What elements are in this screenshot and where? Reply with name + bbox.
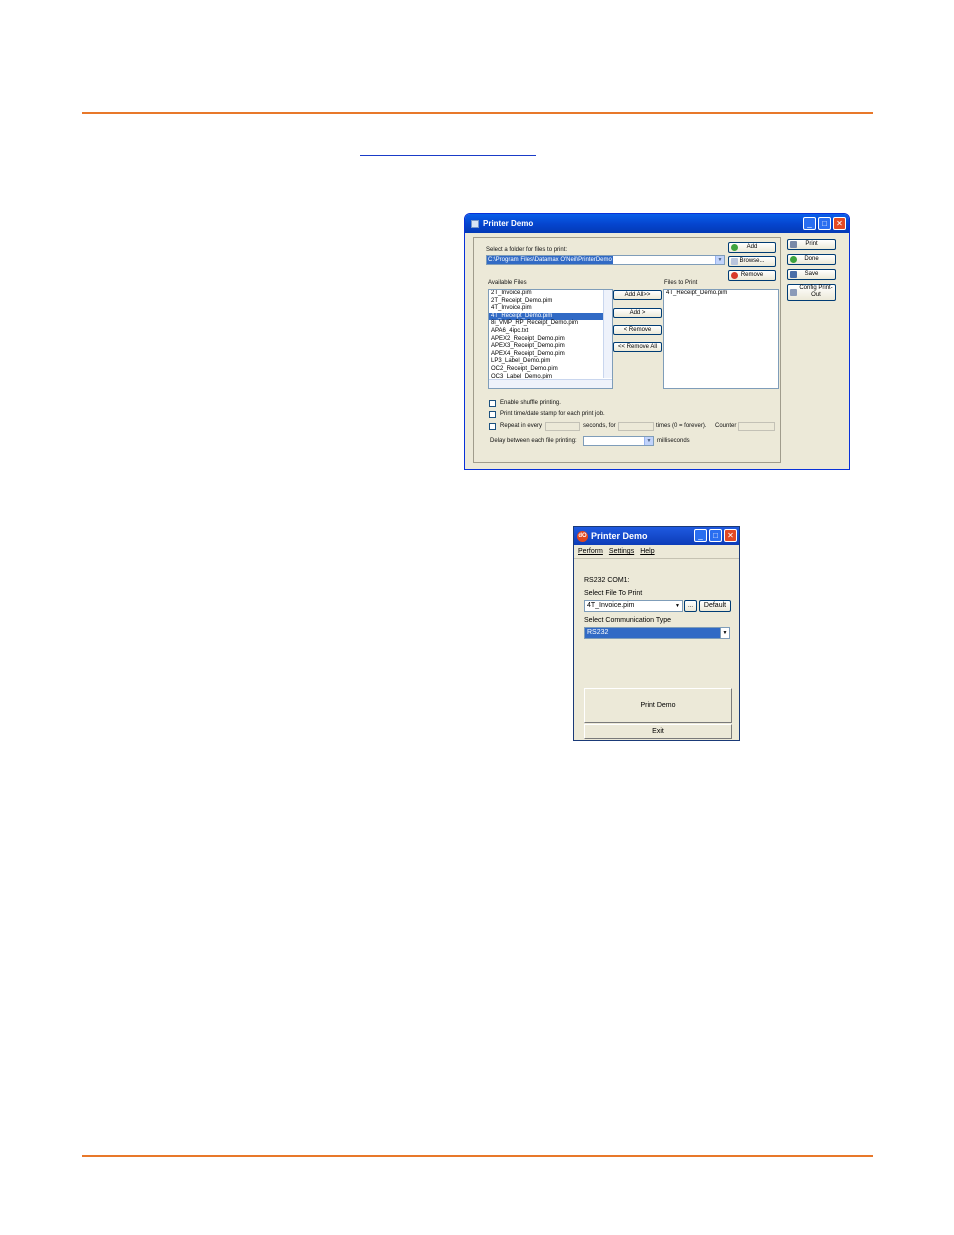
- print-label: Print: [805, 241, 818, 247]
- desktop-printer-demo-window: Printer Demo _ □ ✕ Select a folder for f…: [464, 213, 850, 470]
- milliseconds-label: milliseconds: [657, 438, 690, 444]
- footer-rule: [82, 1155, 873, 1157]
- maximize-icon[interactable]: □: [709, 529, 722, 542]
- close-icon[interactable]: ✕: [833, 217, 846, 230]
- mobile-body: RS232 COM1: Select File To Print 4T_Invo…: [574, 560, 739, 740]
- horizontal-scrollbar[interactable]: [489, 379, 612, 388]
- list-item[interactable]: 8i_VMP_RP_Receipt_Demo.pim: [489, 320, 603, 328]
- logo-icon: dO: [577, 530, 588, 542]
- shuffle-checkbox[interactable]: [489, 400, 496, 407]
- menu-bar: Perform Settings Help: [574, 545, 739, 559]
- printer-icon: [790, 241, 797, 248]
- comm-type-value: RS232: [587, 629, 609, 636]
- header-rule: [82, 112, 873, 114]
- counter-label: Counter: [715, 423, 737, 429]
- list-item[interactable]: 4T_Receipt_Demo.pim: [664, 290, 778, 298]
- default-button[interactable]: Default: [699, 600, 731, 612]
- comm-type-select[interactable]: RS232 ▼: [584, 627, 730, 639]
- delay-label: Delay between each file printing:: [490, 438, 577, 444]
- maximize-icon[interactable]: □: [818, 217, 831, 230]
- shuffle-label: Enable shuffle printing.: [500, 400, 561, 406]
- check-icon: [790, 256, 797, 263]
- timestamp-label: Print time/date stamp for each print job…: [500, 411, 605, 417]
- disk-icon: [790, 271, 797, 278]
- minimize-icon[interactable]: _: [694, 529, 707, 542]
- browse-file-button[interactable]: ...: [684, 600, 697, 612]
- exit-button[interactable]: Exit: [584, 724, 732, 739]
- list-item[interactable]: 2T_Invoice.pim: [489, 290, 603, 298]
- files-to-print-list[interactable]: 4T_Receipt_Demo.pim: [663, 289, 779, 389]
- menu-help[interactable]: Help: [640, 545, 654, 558]
- save-button[interactable]: Save: [787, 269, 836, 280]
- done-button[interactable]: Done: [787, 254, 836, 265]
- mobile-printer-demo-window: dO Printer Demo _ □ ✕ Perform Settings H…: [573, 526, 740, 741]
- vertical-scrollbar[interactable]: [603, 290, 612, 378]
- browse-button[interactable]: Browse...: [728, 256, 776, 267]
- list-item[interactable]: APEX4_Receipt_Demo.pim: [489, 351, 603, 359]
- print-button[interactable]: Print: [787, 239, 836, 250]
- folder-value: C:\Program Files\Datamax O'Neil\PrinterD…: [487, 256, 613, 264]
- remove-all-button[interactable]: << Remove All: [613, 342, 662, 352]
- available-files-label: Available Files: [488, 280, 527, 286]
- folder-combo[interactable]: C:\Program Files\Datamax O'Neil\PrinterD…: [486, 255, 725, 265]
- add-all-button[interactable]: Add All>>: [613, 290, 662, 300]
- remove-folder-label: Remove: [740, 272, 764, 278]
- minus-icon: [731, 272, 738, 279]
- list-item[interactable]: OC2_Receipt_Demo.pim: [489, 366, 603, 374]
- file-select[interactable]: 4T_Invoice.pim ▼: [584, 600, 683, 612]
- config-printout-button[interactable]: Config Print-Out: [787, 284, 836, 301]
- folder-icon: [731, 258, 738, 265]
- file-select-value: 4T_Invoice.pim: [587, 602, 635, 609]
- list-item[interactable]: LP3_Label_Demo.pim: [489, 358, 603, 366]
- done-label: Done: [804, 256, 819, 262]
- status-text: RS232 COM1:: [584, 577, 630, 584]
- add-button[interactable]: Add >: [613, 308, 662, 318]
- list-item[interactable]: APEX3_Receipt_Demo.pim: [489, 343, 603, 351]
- window-title: Printer Demo: [591, 531, 648, 541]
- title-bar[interactable]: Printer Demo: [465, 214, 849, 233]
- list-item[interactable]: 2T_Receipt_Demo.pim: [489, 298, 603, 306]
- menu-perform[interactable]: Perform: [578, 545, 603, 558]
- print-demo-button[interactable]: Print Demo: [584, 688, 732, 723]
- comm-type-label: Select Communication Type: [584, 617, 672, 624]
- times-label: times (0 = forever).: [656, 423, 707, 429]
- close-icon[interactable]: ✕: [724, 529, 737, 542]
- hyperlink-underline[interactable]: [360, 155, 536, 156]
- select-file-label: Select File To Print: [584, 590, 643, 597]
- delay-combo[interactable]: ▼: [583, 436, 654, 446]
- timestamp-checkbox[interactable]: [489, 411, 496, 418]
- repeat-seconds-field[interactable]: [545, 422, 580, 431]
- chevron-down-icon[interactable]: ▼: [673, 601, 682, 611]
- main-panel: Select a folder for files to print: C:\P…: [473, 237, 781, 463]
- repeat-times-field[interactable]: [618, 422, 654, 431]
- chevron-down-icon[interactable]: ▼: [720, 628, 729, 638]
- remove-folder-button[interactable]: Remove: [728, 270, 776, 281]
- repeat-label: Repeat in every: [500, 423, 543, 429]
- printer-icon: [471, 219, 479, 228]
- chevron-down-icon[interactable]: ▼: [715, 256, 724, 264]
- plus-icon: [731, 244, 738, 251]
- config-label: Config Print-Out: [799, 285, 833, 298]
- available-files-list[interactable]: 2T_Invoice.pim 2T_Receipt_Demo.pim 4T_Invo…: [488, 289, 613, 389]
- list-item[interactable]: 4T_Invoice.pim: [489, 305, 603, 313]
- folder-label: Select a folder for files to print:: [486, 247, 568, 253]
- list-item[interactable]: APA6_4ipc.txt: [489, 328, 603, 336]
- list-item[interactable]: APEX2_Receipt_Demo.pim: [489, 336, 603, 344]
- add-folder-label: Add: [746, 244, 758, 250]
- config-icon: [790, 289, 797, 296]
- browse-label: Browse...: [739, 258, 765, 264]
- add-folder-button[interactable]: Add: [728, 242, 776, 253]
- menu-settings[interactable]: Settings: [609, 545, 634, 558]
- repeat-checkbox[interactable]: [489, 423, 496, 430]
- counter-field: [738, 422, 775, 431]
- files-to-print-label: Files to Print: [664, 280, 698, 286]
- list-item[interactable]: 4T_Receipt_Demo.pim: [489, 312, 603, 321]
- minimize-icon[interactable]: _: [803, 217, 816, 230]
- window-title: Printer Demo: [483, 219, 534, 228]
- save-label: Save: [804, 271, 819, 277]
- chevron-down-icon[interactable]: ▼: [644, 437, 653, 445]
- remove-button[interactable]: < Remove: [613, 325, 662, 335]
- seconds-for-label: seconds, for: [583, 423, 616, 429]
